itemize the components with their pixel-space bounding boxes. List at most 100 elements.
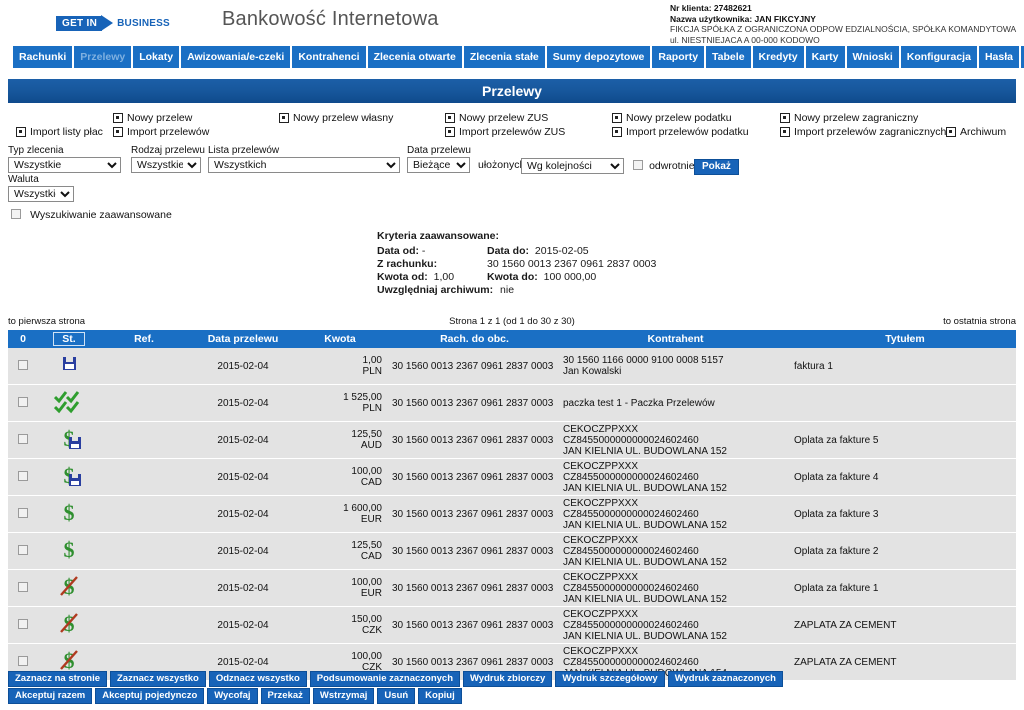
nav-item-przelewy[interactable]: Przelewy xyxy=(74,46,132,68)
row-checkbox[interactable] xyxy=(18,655,28,666)
nav-item-has-a[interactable]: Hasła xyxy=(978,46,1019,68)
nav-item-karty[interactable]: Karty xyxy=(805,46,845,68)
table-row[interactable]: 2015-02-04 1 525,00 PLN 30 1560 0013 2367 0… xyxy=(8,384,1016,422)
nav-item-lokaty[interactable]: Lokaty xyxy=(133,46,180,68)
odwrotnie-checkbox[interactable] xyxy=(633,160,643,170)
th-select[interactable]: 0 xyxy=(8,330,38,348)
button-wydruk-szczeg-owy[interactable]: Wydruk szczegółowy xyxy=(555,671,665,687)
row-checkbox[interactable] xyxy=(18,470,28,481)
th-amount[interactable]: Kwota xyxy=(298,330,386,348)
floppy-icon xyxy=(54,352,84,378)
table-row[interactable]: $2015-02-04100,00EUR30 1560 0013 2367 09… xyxy=(8,569,1016,607)
action-link-import-listy-p-ac[interactable]: Import listy płac xyxy=(16,126,103,138)
lista-przelewow-select[interactable]: Wszystkich xyxy=(208,157,400,173)
button-wstrzymaj[interactable]: Wstrzymaj xyxy=(312,688,375,704)
criteria-date-to-label: Data do: xyxy=(487,245,529,257)
waluta-select[interactable]: Wszystkie xyxy=(8,186,74,202)
button-podsumowanie-zaznaczonych[interactable]: Podsumowanie zaznaczonych xyxy=(309,671,460,687)
th-counterparty[interactable]: Kontrahent xyxy=(557,330,788,348)
nav-item-sumy-depozytowe[interactable]: Sumy depozytowe xyxy=(546,46,651,68)
counterparty-line: JAN KIELNIA UL. BUDOWLANA 152 xyxy=(563,556,727,568)
row-title-cell: Oplata za fakture 5 xyxy=(788,421,1016,459)
nav-item-zlecenia-sta-e[interactable]: Zlecenia stałe xyxy=(463,46,545,68)
floppy-overlay-glyph xyxy=(69,436,81,449)
criteria-date-to-value: 2015-02-05 xyxy=(534,245,589,257)
data-przelewu-select[interactable]: Bieżące xyxy=(407,157,470,173)
row-checkbox[interactable] xyxy=(18,396,28,407)
button-wydruk-zbiorczy[interactable]: Wydruk zbiorczy xyxy=(463,671,553,687)
row-checkbox[interactable] xyxy=(18,507,28,518)
nav-item-tabele[interactable]: Tabele xyxy=(706,46,751,68)
row-checkbox[interactable] xyxy=(18,581,28,592)
filter-waluta: Waluta Wszystkie xyxy=(8,174,74,202)
table-row[interactable]: $2015-02-04150,00CZK30 1560 0013 2367 09… xyxy=(8,606,1016,644)
th-date[interactable]: Data przelewu xyxy=(188,330,298,348)
row-select-cell[interactable] xyxy=(8,421,38,459)
button-zaznacz-na-stronie[interactable]: Zaznacz na stronie xyxy=(8,671,107,687)
criteria-amount-from-value: 1,00 xyxy=(433,271,455,283)
button-akceptuj-razem[interactable]: Akceptuj razem xyxy=(8,688,93,704)
row-select-cell[interactable] xyxy=(8,495,38,533)
table-row[interactable]: $2015-02-04 125,50 CAD 30 1560 0013 2367 09… xyxy=(8,532,1016,570)
advanced-search-checkbox[interactable] xyxy=(11,209,21,219)
nav-item-raporty[interactable]: Raporty xyxy=(652,46,705,68)
table-row[interactable]: $2015-02-04 1 600,00 EUR 30 1560 0013 2367 … xyxy=(8,495,1016,533)
rodzaj-przelewu-select[interactable]: Wszystkie xyxy=(131,157,201,173)
nav-item-zlecenia-otwarte[interactable]: Zlecenia otwarte xyxy=(367,46,462,68)
th-ref[interactable]: Ref. xyxy=(100,330,188,348)
table-row[interactable]: $2015-02-04100,00CAD30 1560 0013 2367 09… xyxy=(8,458,1016,496)
row-checkbox[interactable] xyxy=(18,544,28,555)
row-checkbox[interactable] xyxy=(18,433,28,444)
th-title[interactable]: Tytułem xyxy=(788,330,1016,348)
button-przeka[interactable]: Przekaż xyxy=(260,688,310,704)
button-kopiuj[interactable]: Kopiuj xyxy=(418,688,462,704)
action-link-nowy-przelew-podatku[interactable]: Nowy przelew podatku xyxy=(612,112,732,124)
th-account[interactable]: Rach. do obc. xyxy=(386,330,557,348)
action-link-nowy-przelew-zus[interactable]: Nowy przelew ZUS xyxy=(445,112,548,124)
action-link-archiwum[interactable]: Archiwum xyxy=(946,126,1006,138)
row-ref-cell xyxy=(100,569,188,607)
row-amount-value: 1 525,00 xyxy=(343,392,382,403)
last-page-link[interactable]: to ostatnia strona xyxy=(943,316,1016,327)
action-link-import-przelew-w-zus[interactable]: Import przelewów ZUS xyxy=(445,126,565,138)
action-link-nowy-przelew[interactable]: Nowy przelew xyxy=(113,112,192,124)
button-wycofaj[interactable]: Wycofaj xyxy=(207,688,258,704)
typ-zlecenia-select[interactable]: Wszystkie xyxy=(8,157,121,173)
row-select-cell[interactable] xyxy=(8,569,38,607)
nav-item-kontrahenci[interactable]: Kontrahenci xyxy=(292,46,366,68)
row-select-cell[interactable] xyxy=(8,384,38,422)
button-odznacz-wszystko[interactable]: Odznacz wszystko xyxy=(208,671,307,687)
sort-order-select[interactable]: Wg kolejności xyxy=(521,158,624,174)
nav-item-wnioski[interactable]: Wnioski xyxy=(846,46,899,68)
button-wydruk-zaznaczonych[interactable]: Wydruk zaznaczonych xyxy=(667,671,783,687)
table-row[interactable]: 2015-02-04 1,00 PLN 30 1560 0013 2367 0961 … xyxy=(8,348,1016,385)
row-select-cell[interactable] xyxy=(8,348,38,385)
button-zaznacz-wszystko[interactable]: Zaznacz wszystko xyxy=(110,671,206,687)
nav-item-kredyty[interactable]: Kredyty xyxy=(752,46,804,68)
button-usu[interactable]: Usuń xyxy=(377,688,416,704)
action-link-import-przelew-w-zagranicznych[interactable]: Import przelewów zagranicznych xyxy=(780,126,946,138)
table-row[interactable]: $2015-02-04125,50AUD30 1560 0013 2367 09… xyxy=(8,421,1016,459)
nav-item-awizowania-e-czeki[interactable]: Awizowania/e-czeki xyxy=(181,46,291,68)
filter-typ-zlecenia: Typ zlecenia Wszystkie xyxy=(8,145,121,173)
show-button[interactable]: Pokaż xyxy=(694,159,739,175)
row-ref-cell xyxy=(100,421,188,459)
nav-item-konfiguracja[interactable]: Konfiguracja xyxy=(900,46,977,68)
row-select-cell[interactable] xyxy=(8,532,38,570)
page-header: GET IN BUSINESS Bankowość Internetowa Nr… xyxy=(0,0,1024,45)
row-checkbox[interactable] xyxy=(18,618,28,629)
action-link-import-przelew-w[interactable]: Import przelewów xyxy=(113,126,209,138)
th-status[interactable]: St. xyxy=(38,330,100,348)
action-link-nowy-przelew-zagraniczny[interactable]: Nowy przelew zagraniczny xyxy=(780,112,918,124)
action-link-import-przelew-w-podatku[interactable]: Import przelewów podatku xyxy=(612,126,749,138)
nav-item-rachunki[interactable]: Rachunki xyxy=(13,46,73,68)
row-select-cell[interactable] xyxy=(8,458,38,496)
row-select-cell[interactable] xyxy=(8,606,38,644)
main-navigation: Rachunki Przelewy Lokaty Awizowania/e-czeki… xyxy=(13,46,1024,68)
bullet-square-icon xyxy=(279,113,289,123)
button-akceptuj-pojedynczo[interactable]: Akceptuj pojedynczo xyxy=(95,688,205,704)
row-checkbox[interactable] xyxy=(18,359,28,370)
action-link-nowy-przelew-w-asny[interactable]: Nowy przelew własny xyxy=(279,112,393,124)
bullet-square-icon xyxy=(113,113,123,123)
table-header-row: 0 St. Ref. Data przelewu Kwota Rach. do … xyxy=(8,330,1016,348)
